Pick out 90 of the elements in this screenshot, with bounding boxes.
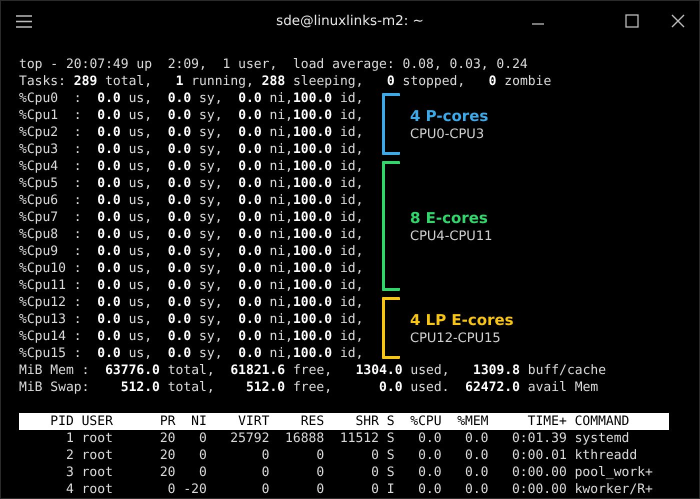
column-header: USER [80, 413, 113, 430]
table-cell: 0.0 [465, 447, 489, 464]
table-cell: 0 [371, 481, 379, 498]
table-cell-text: pool_work+ [574, 464, 653, 481]
column-header: %MEM [457, 413, 489, 430]
memory-line: MiB Swap: 512.0 total, 512.0 free, 0.0 used. 62472.0 avail Mem [19, 379, 598, 396]
cpu-line: %Cpu5 : 0.0 us, 0.0 sy, 0.0 ni,100.0 id, [19, 175, 364, 192]
table-cell-text: root [80, 430, 113, 447]
cpu-line: %Cpu6 : 0.0 us, 0.0 sy, 0.0 ni,100.0 id, [19, 192, 364, 209]
table-cell: 0:01.39 [512, 430, 567, 447]
cpu-line: %Cpu4 : 0.0 us, 0.0 sy, 0.0 ni,100.0 id, [19, 158, 364, 175]
table-cell: 0.0 [465, 430, 489, 447]
table-cell: 2 [66, 447, 74, 464]
table-cell: S [386, 464, 395, 481]
cpu-line: %Cpu1 : 0.0 us, 0.0 sy, 0.0 ni,100.0 id, [19, 107, 364, 124]
table-cell: -20 [183, 481, 207, 498]
close-icon[interactable] [671, 14, 685, 28]
table-cell: 0.0 [418, 447, 442, 464]
table-cell: 0 [371, 464, 379, 481]
column-header: %CPU [410, 413, 442, 430]
table-cell: 0 [262, 464, 270, 481]
core-group-range: CPU4-CPU11 [410, 228, 492, 244]
table-cell: 0 [316, 447, 324, 464]
cpu-line: %Cpu9 : 0.0 us, 0.0 sy, 0.0 ni,100.0 id, [19, 243, 364, 260]
summary-line: top - 20:07:49 up 2:09, 1 user, load average: 0.08, 0.03, 0.24 [19, 56, 528, 73]
table-cell: 0.0 [418, 430, 442, 447]
table-cell: 1 [66, 430, 74, 447]
table-cell: 0.0 [418, 464, 442, 481]
table-cell: 0:00.01 [512, 447, 567, 464]
column-header: RES [300, 413, 324, 430]
table-cell: 0.0 [418, 481, 442, 498]
table-cell: 0 [262, 447, 270, 464]
cpu-line: %Cpu3 : 0.0 us, 0.0 sy, 0.0 ni,100.0 id, [19, 141, 364, 158]
table-cell: S [386, 430, 395, 447]
core-group-title: 4 P-cores [410, 106, 488, 124]
cpu-line: %Cpu10 : 0.0 us, 0.0 sy, 0.0 ni,100.0 id, [19, 260, 364, 277]
table-cell: 20 [160, 464, 176, 481]
core-group-title: 4 LP E-cores [410, 310, 514, 328]
column-header: COMMAND [574, 413, 630, 430]
table-cell: 25792 [230, 430, 270, 447]
cpu-line: %Cpu13 : 0.0 us, 0.0 sy, 0.0 ni,100.0 id, [19, 311, 364, 328]
core-group-title: 8 E-cores [410, 208, 488, 226]
table-cell: 20 [160, 430, 176, 447]
table-cell: 4 [66, 481, 74, 498]
core-group-range: CPU0-CPU3 [410, 126, 484, 142]
window-title: sde@linuxlinks-m2: ~ [276, 13, 424, 29]
table-cell: S [386, 447, 395, 464]
table-cell: I [386, 481, 395, 498]
table-cell: 0 [198, 464, 207, 481]
table-cell: 0 [316, 481, 324, 498]
table-cell-text: root [80, 464, 113, 481]
table-cell-text: root [80, 481, 113, 498]
cpu-line: %Cpu2 : 0.0 us, 0.0 sy, 0.0 ni,100.0 id, [19, 124, 364, 141]
table-cell: 3 [66, 464, 74, 481]
column-header: VIRT [238, 413, 270, 430]
cpu-line: %Cpu14 : 0.0 us, 0.0 sy, 0.0 ni,100.0 id, [19, 328, 364, 345]
cpu-line: %Cpu7 : 0.0 us, 0.0 sy, 0.0 ni,100.0 id, [19, 209, 364, 226]
table-cell: 0 [262, 481, 270, 498]
table-cell: 0 [198, 447, 207, 464]
table-cell: 0:00.00 [512, 464, 567, 481]
column-header: TIME+ [528, 413, 567, 430]
table-cell: 16888 [285, 430, 324, 447]
table-cell: 0:00.00 [512, 481, 567, 498]
summary-line: Tasks: 289 total, 1 running, 288 sleeping, 0 stopped, 0 zombie [19, 73, 552, 90]
table-cell-text: systemd [574, 430, 630, 447]
table-cell: 20 [160, 447, 176, 464]
table-cell-text: root [80, 447, 113, 464]
cpu-line: %Cpu12 : 0.0 us, 0.0 sy, 0.0 ni,100.0 id, [19, 294, 364, 311]
cpu-line: %Cpu15 : 0.0 us, 0.0 sy, 0.0 ni,100.0 id, [19, 345, 364, 362]
table-cell: 0.0 [465, 464, 489, 481]
cpu-line: %Cpu8 : 0.0 us, 0.0 sy, 0.0 ni,100.0 id, [19, 226, 364, 243]
cpu-line: %Cpu0 : 0.0 us, 0.0 sy, 0.0 ni,100.0 id, [19, 90, 364, 107]
memory-line: MiB Mem : 63776.0 total, 61821.6 free, 1304.0 used, 1309.8 buff/cache [19, 362, 606, 379]
menu-icon[interactable] [16, 14, 32, 28]
column-header: NI [191, 413, 207, 430]
table-cell: 0 [198, 430, 207, 447]
table-cell: 0 [371, 447, 379, 464]
column-header: S [386, 413, 395, 430]
column-header: PR [160, 413, 176, 430]
table-cell-text: kthreadd [574, 447, 638, 464]
maximize-icon[interactable] [625, 14, 639, 28]
column-header: PID [50, 413, 74, 430]
table-cell: 0 [168, 481, 176, 498]
cpu-line: %Cpu11 : 0.0 us, 0.0 sy, 0.0 ni,100.0 id, [19, 277, 364, 294]
table-cell: 11512 [340, 430, 379, 447]
table-cell-text: kworker/R+ [574, 481, 653, 498]
table-cell: 0.0 [465, 481, 489, 498]
column-header: SHR [355, 413, 379, 430]
core-group-range: CPU12-CPU15 [410, 330, 501, 346]
table-cell: 0 [316, 464, 324, 481]
